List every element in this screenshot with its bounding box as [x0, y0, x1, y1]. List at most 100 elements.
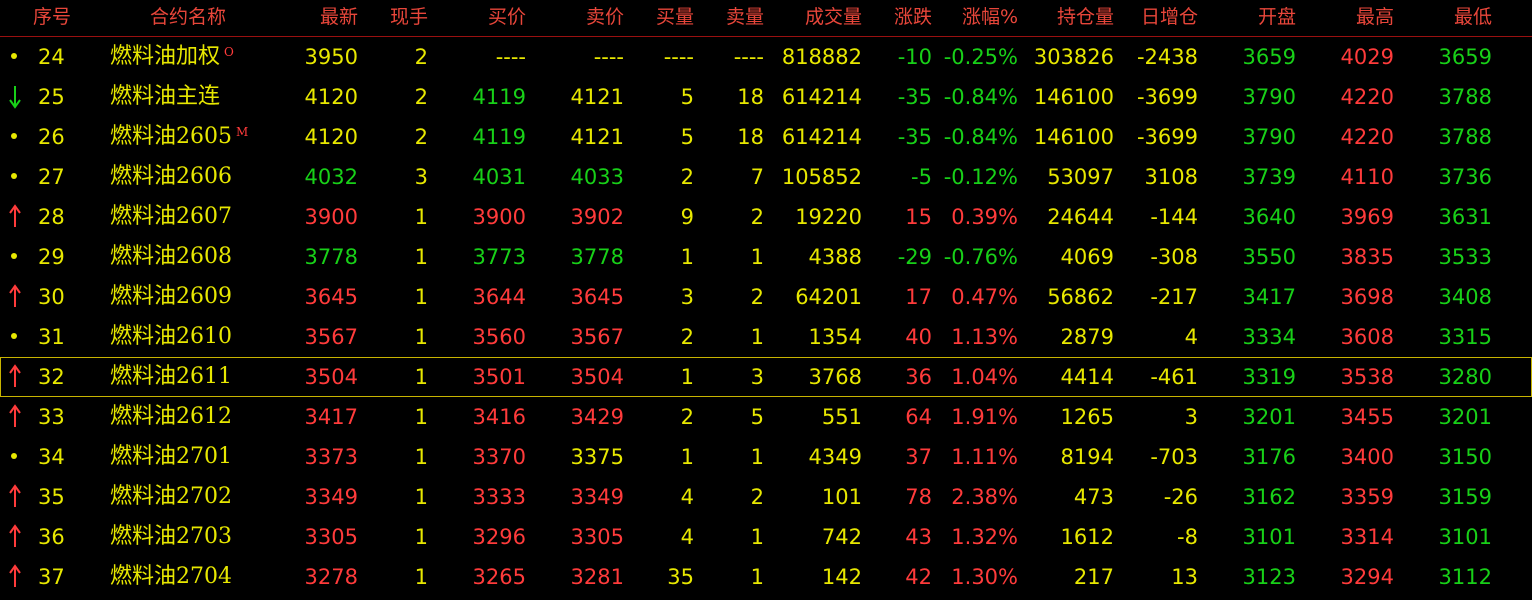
contract-name[interactable]: 燃料油2703 — [110, 517, 280, 557]
cell-ask: 3778 — [570, 245, 624, 269]
contract-name[interactable]: 燃料油2702 — [110, 477, 280, 517]
flat-dot-icon — [0, 317, 30, 357]
cell-vol: 64201 — [795, 285, 862, 309]
cell-high: 3359 — [1340, 485, 1394, 509]
cell-high: 3400 — [1340, 445, 1394, 469]
col-header-change[interactable]: 涨跌 — [872, 0, 932, 36]
col-header-bid[interactable]: 买价 — [440, 0, 526, 36]
table-row[interactable]: 26 燃料油2605 M 4120 2 4119 4121 5 18 614214 -35 -0.84… — [0, 117, 1532, 157]
cell-oic: 3108 — [1144, 165, 1198, 189]
cell-high: 4110 — [1340, 165, 1394, 189]
cell-low: 3159 — [1438, 485, 1492, 509]
cell-last: 4120 — [304, 85, 358, 109]
cell-last: 3373 — [304, 445, 358, 469]
table-row[interactable]: 28 燃料油2607 3900 1 3900 3902 9 2 19220 15 0.39% 2464… — [0, 197, 1532, 237]
row-seq: 24 — [38, 45, 65, 69]
cell-chg: -5 — [911, 165, 932, 189]
cell-bid: 3560 — [472, 325, 526, 349]
arrow-up-icon — [0, 397, 30, 437]
col-header-name[interactable]: 合约名称 — [118, 0, 258, 36]
cell-askv: 2 — [750, 285, 764, 309]
row-seq: 25 — [38, 85, 65, 109]
cell-vol: 742 — [821, 525, 862, 549]
cell-vol: 614214 — [781, 125, 862, 149]
cell-oi: 56862 — [1047, 285, 1114, 309]
contract-name[interactable]: 燃料油主连 — [110, 77, 280, 117]
cell-last: 4032 — [304, 165, 358, 189]
contract-name[interactable]: 燃料油2612 — [110, 397, 280, 437]
cell-bid: ---- — [495, 45, 526, 69]
flat-dot-icon — [0, 37, 30, 77]
col-header-open[interactable]: 开盘 — [1210, 0, 1296, 36]
cell-ask: ---- — [593, 45, 624, 69]
contract-name[interactable]: 燃料油2605 M — [110, 117, 280, 157]
col-header-volume[interactable]: 成交量 — [776, 0, 862, 36]
cell-last: 3567 — [304, 325, 358, 349]
cell-bidv: 3 — [680, 285, 694, 309]
col-header-low[interactable]: 最低 — [1402, 0, 1492, 36]
cell-cur: 1 — [414, 445, 428, 469]
table-header: 序号 合约名称 最新 现手 买价 卖价 买量 卖量 成交量 涨跌 涨幅% 持仓量… — [0, 0, 1532, 37]
cell-askv: 1 — [750, 565, 764, 589]
col-header-seq[interactable]: 序号 — [16, 0, 88, 36]
table-row[interactable]: 36 燃料油2703 3305 1 3296 3305 4 1 742 43 1.32% 1612 -8… — [0, 517, 1532, 557]
contract-name[interactable]: 燃料油2609 — [110, 277, 280, 317]
cell-askv: 1 — [750, 445, 764, 469]
cell-askv: 18 — [737, 85, 764, 109]
contract-name[interactable]: 燃料油2607 — [110, 197, 280, 237]
cell-pct: 1.91% — [951, 405, 1018, 429]
table-row[interactable]: 30 燃料油2609 3645 1 3644 3645 3 2 64201 17 0.47% 5686… — [0, 277, 1532, 317]
cell-cur: 2 — [414, 125, 428, 149]
cell-bidv: 1 — [680, 445, 694, 469]
contract-name[interactable]: 燃料油2610 — [110, 317, 280, 357]
contract-name[interactable]: 燃料油2701 — [110, 437, 280, 477]
col-header-ask[interactable]: 卖价 — [540, 0, 624, 36]
col-header-last[interactable]: 最新 — [280, 0, 358, 36]
cell-open: 3790 — [1242, 125, 1296, 149]
col-header-cur-vol[interactable]: 现手 — [370, 0, 428, 36]
cell-vol: 101 — [821, 485, 862, 509]
contract-name-text: 燃料油2609 — [110, 284, 232, 309]
cell-oi: 8194 — [1060, 445, 1114, 469]
table-row[interactable]: 25 燃料油主连 4120 2 4119 4121 5 18 614214 -35 -0.84% 14… — [0, 77, 1532, 117]
table-row[interactable]: 34 燃料油2701 3373 1 3370 3375 1 1 4349 37 1.11% 8194 -… — [0, 437, 1532, 477]
cell-low: 3631 — [1438, 205, 1492, 229]
contract-name[interactable]: 燃料油2608 — [110, 237, 280, 277]
contract-name[interactable]: 燃料油加权 O — [110, 37, 280, 77]
col-header-oi-change[interactable]: 日增仓 — [1122, 0, 1198, 36]
cell-chg: -29 — [897, 245, 932, 269]
col-header-open-interest[interactable]: 持仓量 — [1026, 0, 1114, 36]
col-header-bid-vol[interactable]: 买量 — [636, 0, 694, 36]
col-header-high[interactable]: 最高 — [1306, 0, 1394, 36]
col-header-ask-vol[interactable]: 卖量 — [706, 0, 764, 36]
cell-askv: 1 — [750, 525, 764, 549]
cell-low: 3112 — [1438, 565, 1492, 589]
cell-oic: 3 — [1184, 405, 1198, 429]
table-row[interactable]: 24 燃料油加权 O 3950 2 ---- ---- ---- ---- 818882 -10 -0… — [0, 37, 1532, 77]
cell-ask: 3645 — [570, 285, 624, 309]
table-row[interactable]: 32 燃料油2611 3504 1 3501 3504 1 3 3768 36 1.04% 4414 -… — [0, 357, 1532, 397]
contract-name[interactable]: 燃料油2606 — [110, 157, 280, 197]
cell-bidv: 1 — [680, 365, 694, 389]
table-row[interactable]: 33 燃料油2612 3417 1 3416 3429 2 5 551 64 1.91% 1265 3 3… — [0, 397, 1532, 437]
contract-name[interactable]: 燃料油2611 — [110, 357, 280, 397]
cell-open: 3640 — [1242, 205, 1296, 229]
table-row[interactable]: 37 燃料油2704 3278 1 3265 3281 35 1 142 42 1.30% 217 13… — [0, 557, 1532, 597]
cell-vol: 3768 — [808, 365, 862, 389]
table-row[interactable]: 27 燃料油2606 4032 3 4031 4033 2 7 105852 -5 -0.12% 53… — [0, 157, 1532, 197]
contract-name[interactable]: 燃料油2704 — [110, 557, 280, 597]
table-row[interactable]: 31 燃料油2610 3567 1 3560 3567 2 1 1354 40 1.13% 2879 4… — [0, 317, 1532, 357]
cell-oic: -3699 — [1136, 125, 1198, 149]
cell-cur: 2 — [414, 45, 428, 69]
table-row[interactable]: 35 燃料油2702 3349 1 3333 3349 4 2 101 78 2.38% 473 -26… — [0, 477, 1532, 517]
cell-oic: -26 — [1163, 485, 1198, 509]
cell-oic: 13 — [1171, 565, 1198, 589]
cell-askv: ---- — [733, 45, 764, 69]
cell-cur: 1 — [414, 525, 428, 549]
cell-cur: 1 — [414, 205, 428, 229]
table-row[interactable]: 29 燃料油2608 3778 1 3773 3778 1 1 4388 -29 -0.76% 406… — [0, 237, 1532, 277]
col-header-change-pct[interactable]: 涨幅% — [940, 0, 1018, 36]
cell-askv: 7 — [750, 165, 764, 189]
cell-oi: 1265 — [1060, 405, 1114, 429]
cell-last: 3645 — [304, 285, 358, 309]
